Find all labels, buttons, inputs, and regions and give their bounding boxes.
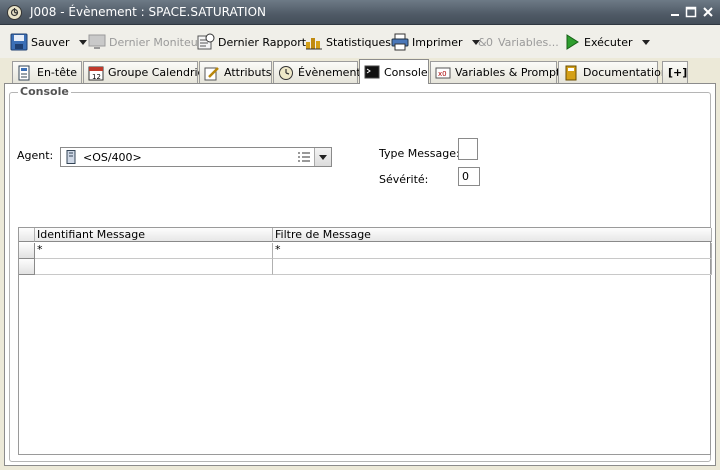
tab-add[interactable]: [+]	[662, 61, 688, 83]
add-tab-icon: [+]	[668, 66, 688, 79]
agent-value: <OS/400>	[83, 151, 142, 164]
toolbar: Sauver Dernier Moniteur Dernier Rapport …	[0, 25, 720, 58]
last-monitor-button[interactable]: Dernier Moniteur	[88, 31, 202, 53]
tab-strip: En-tête 12 Groupe Calendrier Attributs É…	[0, 58, 720, 84]
variables-prompts-icon: x0	[435, 67, 451, 78]
table-cell[interactable]	[35, 259, 273, 275]
calendar-icon: 12	[88, 66, 104, 81]
documentation-book-icon	[565, 65, 577, 80]
execute-button[interactable]: Exécuter	[563, 31, 650, 53]
console-section-title: Console	[18, 85, 71, 98]
svg-text:x0: x0	[438, 70, 447, 78]
event-clock-icon	[279, 65, 293, 80]
report-clock-icon	[197, 33, 215, 50]
last-report-label: Dernier Rapport	[218, 35, 307, 49]
tab-header[interactable]: En-tête	[12, 61, 82, 83]
monitor-icon	[88, 34, 106, 49]
header-document-icon	[18, 65, 30, 80]
save-label: Sauver	[31, 35, 70, 49]
tab-calendar-group[interactable]: 12 Groupe Calendrier	[83, 61, 209, 83]
maximize-icon[interactable]	[685, 6, 697, 18]
play-icon	[566, 34, 579, 50]
app-gear-clock-icon	[7, 5, 22, 20]
table-cell[interactable]: *	[273, 243, 712, 259]
table-corner-header	[19, 228, 35, 242]
tab-event[interactable]: Évènement	[273, 61, 361, 83]
table-cell[interactable]	[273, 259, 712, 275]
type-message-field[interactable]	[458, 138, 478, 160]
print-button[interactable]: Imprimer	[391, 31, 480, 53]
console-content-area: Console Agent: <OS/400> Type Message: Sé…	[4, 83, 716, 466]
console-panel: Console Agent: <OS/400> Type Message: Sé…	[9, 85, 712, 462]
svg-text:0: 0	[486, 36, 493, 49]
column-header-message-id[interactable]: Identifiant Message	[35, 228, 273, 242]
svg-text:12: 12	[92, 73, 101, 81]
window-titlebar: J008 - Évènement : SPACE.SATURATION	[0, 0, 720, 25]
last-monitor-label: Dernier Moniteur	[109, 35, 203, 49]
pencil-icon	[204, 66, 219, 80]
printer-icon	[391, 33, 409, 51]
close-icon[interactable]	[702, 6, 714, 18]
chevron-down-icon[interactable]	[78, 39, 87, 45]
variables-icon: & 0	[478, 36, 493, 49]
agent-label: Agent:	[17, 149, 54, 162]
save-button[interactable]: Sauver	[10, 31, 87, 53]
column-header-message-filter[interactable]: Filtre de Message	[273, 228, 712, 242]
print-label: Imprimer	[412, 35, 463, 49]
agent-combobox[interactable]: <OS/400>	[60, 147, 332, 167]
last-report-button[interactable]: Dernier Rapport	[197, 31, 306, 53]
bar-chart-icon	[306, 38, 322, 50]
execute-label: Exécuter	[584, 35, 633, 49]
variables-label: Variables...	[498, 35, 559, 49]
tab-variables-prompts[interactable]: x0 Variables & Prompts	[430, 61, 566, 83]
tab-console[interactable]: Console	[359, 59, 429, 84]
list-icon[interactable]	[297, 151, 311, 163]
severity-field[interactable]: 0	[458, 167, 480, 186]
row-header[interactable]	[19, 259, 35, 275]
statistics-button[interactable]: Statistiques	[305, 31, 391, 53]
server-icon	[66, 150, 76, 164]
minimize-icon[interactable]	[669, 6, 681, 18]
row-header[interactable]	[19, 243, 35, 259]
tab-documentation[interactable]: Documentation	[558, 61, 668, 83]
type-message-label: Type Message:	[379, 147, 460, 160]
console-terminal-icon	[364, 65, 380, 79]
severity-label: Sévérité:	[379, 173, 429, 186]
table-cell[interactable]: *	[35, 243, 273, 259]
chevron-down-icon[interactable]	[641, 39, 650, 45]
floppy-disk-icon	[10, 33, 28, 51]
variables-button[interactable]: & 0 Variables...	[477, 31, 559, 53]
window-title: J008 - Évènement : SPACE.SATURATION	[30, 5, 267, 19]
tab-attributes[interactable]: Attributs	[199, 61, 272, 83]
message-filter-table: Identifiant Message Filtre de Message * …	[18, 227, 712, 455]
statistics-label: Statistiques	[326, 35, 391, 49]
agent-dropdown-button[interactable]	[314, 148, 331, 166]
